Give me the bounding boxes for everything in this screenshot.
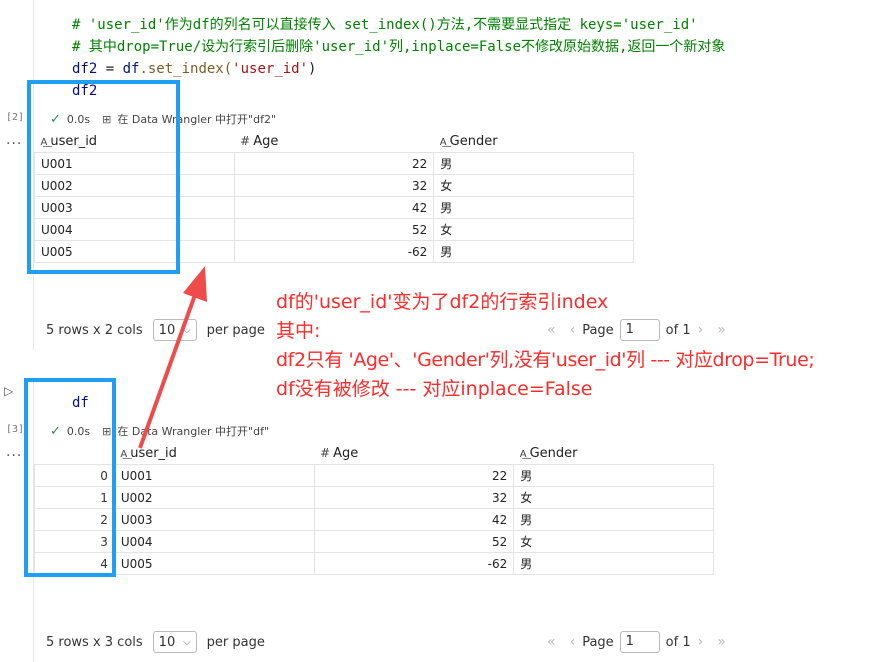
- annotation-line-2: 其中:: [276, 320, 321, 342]
- annotation-line-1: df的'user_id'变为了df2的行索引index: [276, 291, 609, 313]
- annotation-line-4: df没有被修改 --- 对应inplace=False: [276, 378, 593, 400]
- arrow-shaft: [138, 291, 198, 449]
- annotation-arrow: [138, 266, 207, 449]
- annotation-line-3: df2只有 'Age'、'Gender'列,没有'user_id'列 --- 对…: [276, 349, 815, 371]
- arrow-head: [183, 266, 207, 302]
